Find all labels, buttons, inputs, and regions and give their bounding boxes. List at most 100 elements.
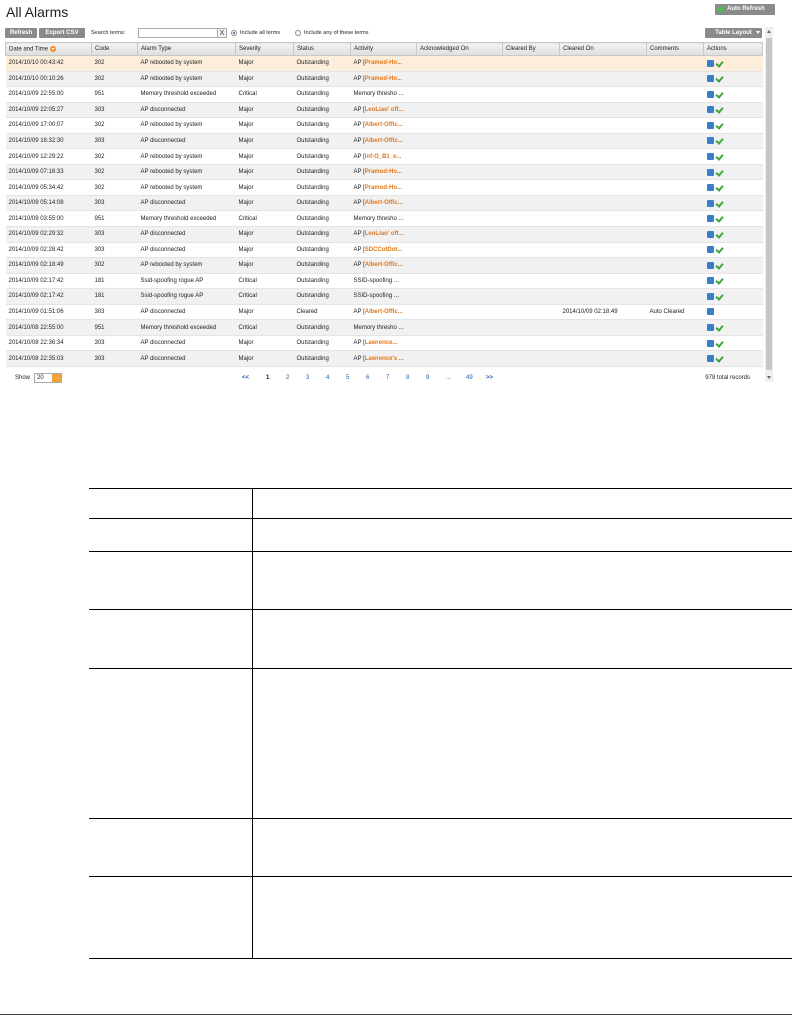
page-size-select[interactable]: 20 — [34, 373, 62, 383]
sort-descending-icon[interactable] — [50, 45, 57, 52]
pager-page-link[interactable]: 6 — [366, 375, 369, 381]
scroll-up-icon[interactable] — [767, 30, 771, 33]
pager-first-link[interactable]: << — [242, 375, 249, 381]
activity-ap-link[interactable]: Pramod-Ho... — [365, 76, 402, 82]
note-edit-icon[interactable] — [706, 215, 714, 223]
table-row[interactable]: 2014/10/10 00:43:42 302 AP rebooted by sys… — [5, 55, 763, 72]
activity-ap-link[interactable]: Lawrence's ... — [365, 356, 404, 362]
checkmark-icon[interactable] — [715, 153, 722, 160]
activity-ap-link[interactable]: SDCCotDot... — [365, 247, 403, 253]
checkmark-icon[interactable] — [715, 200, 722, 207]
note-edit-icon[interactable] — [706, 324, 714, 332]
radio-include-any[interactable] — [295, 30, 301, 36]
activity-ap-link[interactable]: Albert-Offic... — [365, 138, 403, 144]
note-edit-icon[interactable] — [706, 168, 714, 176]
table-row[interactable]: 2014/10/08 22:55:00 951 Memory threshold e… — [5, 319, 763, 336]
pager-page-link[interactable]: 3 — [306, 375, 309, 381]
column-header-comments[interactable]: Comments — [646, 42, 704, 56]
note-edit-icon[interactable] — [706, 90, 714, 98]
checkmark-icon[interactable] — [715, 91, 722, 98]
table-row[interactable]: 2014/10/08 22:35:03 303 AP disconnected Maj… — [5, 350, 763, 367]
checkmark-icon[interactable] — [715, 106, 722, 113]
checkmark-icon[interactable] — [715, 122, 722, 129]
column-header-alarm-type[interactable]: Alarm Type — [137, 42, 236, 56]
chevron-down-icon[interactable] — [52, 374, 61, 382]
table-row[interactable]: 2014/10/09 05:14:08 303 AP disconnected Maj… — [5, 195, 763, 212]
table-row[interactable]: 2014/10/10 00:10:26 302 AP rebooted by sys… — [5, 71, 763, 88]
note-edit-icon[interactable] — [706, 261, 714, 269]
activity-ap-link[interactable]: LeoLiao' off... — [365, 231, 404, 237]
note-edit-icon[interactable] — [706, 277, 714, 285]
note-edit-icon[interactable] — [706, 106, 714, 114]
checkmark-icon[interactable] — [715, 340, 722, 347]
column-header-cleared-on[interactable]: Cleared On — [559, 42, 647, 56]
note-edit-icon[interactable] — [706, 184, 714, 192]
column-header-cleared-by[interactable]: Cleared By — [502, 42, 560, 56]
pager-page-link[interactable]: 8 — [406, 375, 409, 381]
activity-ap-link[interactable]: Albert-Offic... — [365, 200, 403, 206]
activity-ap-link[interactable]: Pramod-Ho... — [365, 185, 402, 191]
column-header-datetime[interactable]: Date and Time — [5, 42, 92, 56]
note-edit-icon[interactable] — [706, 292, 714, 300]
table-row[interactable]: 2014/10/09 16:32:30 303 AP disconnected Maj… — [5, 133, 763, 150]
table-row[interactable]: 2014/10/09 17:00:07 302 AP rebooted by sys… — [5, 117, 763, 134]
table-row[interactable]: 2014/10/09 07:16:33 302 AP rebooted by sys… — [5, 164, 763, 181]
column-header-status[interactable]: Status — [293, 42, 351, 56]
activity-ap-link[interactable]: Albert-Offic... — [365, 262, 403, 268]
table-row[interactable]: 2014/10/09 02:18:49 302 AP rebooted by sys… — [5, 257, 763, 274]
activity-ap-link[interactable]: Pramod-Ho... — [365, 169, 402, 175]
pager-page-link[interactable]: 49 — [466, 375, 473, 381]
activity-ap-link[interactable]: LeoLiao' off... — [365, 107, 404, 113]
pager-next-link[interactable]: >> — [486, 375, 493, 381]
table-row[interactable]: 2014/10/09 22:05:27 303 AP disconnected Maj… — [5, 102, 763, 119]
note-edit-icon[interactable] — [706, 75, 714, 83]
checkmark-icon[interactable] — [715, 355, 722, 362]
activity-ap-link[interactable]: Albert-Offic... — [365, 309, 403, 315]
table-row[interactable]: 2014/10/09 03:55:00 951 Memory threshold e… — [5, 210, 763, 228]
column-header-severity[interactable]: Severity — [235, 42, 294, 56]
auto-refresh-button[interactable]: Auto Refresh — [715, 4, 775, 15]
note-edit-icon[interactable] — [706, 230, 714, 238]
pager-page-link[interactable]: 5 — [346, 375, 349, 381]
table-row[interactable]: 2014/10/09 22:55:00 951 Memory threshold e… — [5, 86, 763, 103]
checkmark-icon[interactable] — [715, 324, 722, 331]
column-header-activity[interactable]: Activity — [350, 42, 417, 56]
column-header-acknowledged-on[interactable]: Acknowledged On — [416, 42, 503, 56]
checkmark-icon[interactable] — [715, 277, 722, 284]
search-input[interactable] — [138, 28, 222, 38]
radio-include-all[interactable] — [231, 30, 237, 36]
table-row[interactable]: 2014/10/09 12:29:22 302 AP rebooted by sys… — [5, 148, 763, 165]
pager-page-link[interactable]: 9 — [426, 375, 429, 381]
note-edit-icon[interactable] — [706, 308, 714, 316]
activity-ap-link[interactable]: Pramod-Ho... — [365, 60, 402, 66]
checkmark-icon[interactable] — [715, 184, 722, 191]
checkmark-icon[interactable] — [715, 60, 722, 67]
clear-search-button[interactable]: X — [217, 28, 227, 38]
checkmark-icon[interactable] — [715, 246, 722, 253]
checkmark-icon[interactable] — [715, 293, 722, 300]
note-edit-icon[interactable] — [706, 246, 714, 254]
table-layout-button[interactable]: Table Layout — [705, 28, 762, 38]
table-row[interactable]: 2014/10/08 22:36:34 303 AP disconnected Maj… — [5, 335, 763, 352]
column-header-code[interactable]: Code — [91, 42, 138, 56]
checkmark-icon[interactable] — [715, 137, 722, 144]
table-row[interactable]: 2014/10/09 05:34:42 302 AP rebooted by sys… — [5, 179, 763, 196]
checkmark-icon[interactable] — [715, 262, 722, 269]
table-row[interactable]: 2014/10/09 02:17:42 181 Ssid-spoofing rogu… — [5, 288, 763, 305]
note-edit-icon[interactable] — [706, 355, 714, 363]
note-edit-icon[interactable] — [706, 137, 714, 145]
checkmark-icon[interactable] — [715, 231, 722, 238]
refresh-button[interactable]: Refresh — [5, 28, 37, 38]
pager-page-link[interactable]: 7 — [386, 375, 389, 381]
pager-page-link[interactable]: 1 — [266, 375, 269, 381]
note-edit-icon[interactable] — [706, 199, 714, 207]
table-row[interactable]: 2014/10/09 02:29:32 303 AP disconnected Maj… — [5, 226, 763, 243]
pager-page-link[interactable]: 4 — [326, 375, 329, 381]
note-edit-icon[interactable] — [706, 121, 714, 129]
checkmark-icon[interactable] — [715, 215, 722, 222]
activity-ap-link[interactable]: Lawrence... — [365, 340, 398, 346]
note-edit-icon[interactable] — [706, 59, 714, 67]
checkmark-icon[interactable] — [715, 75, 722, 82]
table-row[interactable]: 2014/10/09 02:17:42 181 Ssid-spoofing rogu… — [5, 273, 763, 290]
checkmark-icon[interactable] — [715, 169, 722, 176]
